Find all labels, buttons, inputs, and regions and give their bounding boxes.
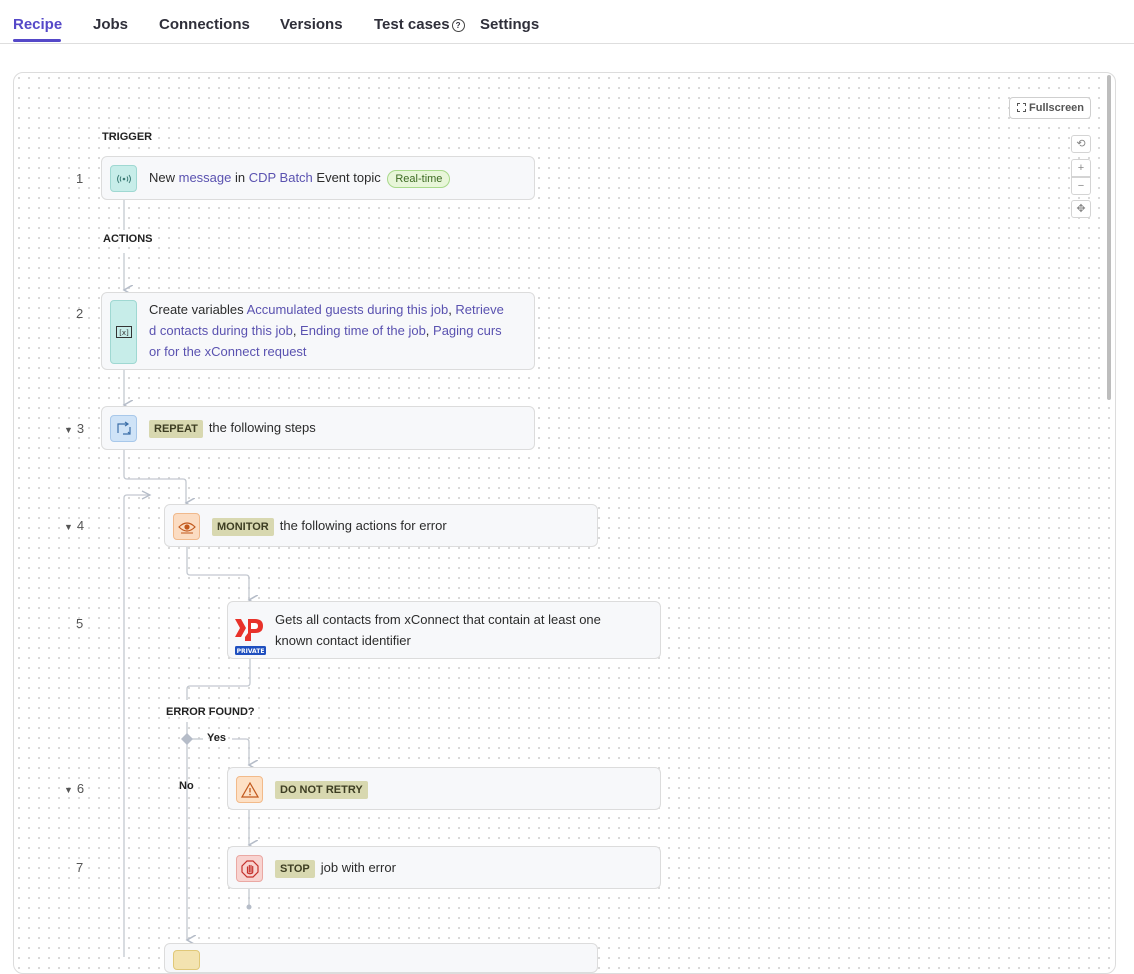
step-1-text: New message in CDP Batch Event topic Rea…	[149, 167, 451, 188]
step-6-do-not-retry-card[interactable]: DO NOT RETRY	[227, 767, 661, 810]
variable-paging-cursor-part2[interactable]: or for the xConnect request	[149, 344, 307, 359]
trigger-section-label: TRIGGER	[102, 131, 153, 143]
partial-step-icon	[173, 950, 200, 970]
recipe-tabs: Recipe Jobs Connections Versions Test ca…	[0, 0, 1134, 44]
step-3-text: REPEAT the following steps	[149, 417, 316, 438]
step-1-trigger-card[interactable]: New message in CDP Batch Event topic Rea…	[101, 156, 535, 200]
step-3-description: the following steps	[208, 420, 316, 435]
step-5-line1: Gets all contacts from xConnect that con…	[275, 612, 601, 627]
fullscreen-label: Fullscreen	[1029, 102, 1085, 114]
message-datapill[interactable]: message	[179, 170, 232, 185]
monitor-keyword: MONITOR	[212, 518, 274, 536]
fullscreen-icon	[1017, 103, 1026, 112]
zoom-out-icon[interactable]: −	[1071, 177, 1091, 195]
broadcast-icon	[110, 165, 137, 192]
create-variables-prefix: Create variables	[149, 302, 247, 317]
actions-section-label: ACTIONS	[103, 233, 153, 245]
step-number-value: 4	[76, 518, 85, 533]
tab-test-cases-label: Test cases	[374, 16, 450, 33]
step-1-text-after: Event topic	[312, 170, 381, 185]
step-number: 2	[76, 306, 84, 321]
step-2-create-variables-card[interactable]: [x] Create variables Accumulated guests …	[101, 292, 535, 370]
realtime-badge: Real-time	[387, 170, 451, 188]
variables-icon: [x]	[110, 300, 137, 364]
step-7-text: STOP job with error	[275, 857, 396, 878]
repeat-keyword: REPEAT	[149, 420, 203, 438]
step-5-line2: known contact identifier	[275, 633, 411, 648]
step-number-collapsible[interactable]: ▼ 4	[64, 518, 84, 533]
step-4-description: the following actions for error	[279, 518, 447, 533]
fullscreen-button[interactable]: Fullscreen	[1009, 97, 1091, 119]
step-1-text-mid: in	[231, 170, 249, 185]
repeat-icon	[110, 415, 137, 442]
variable-ending-time[interactable]: Ending time of the job	[300, 323, 426, 338]
variable-retrieved-contacts-part1[interactable]: Retrieve	[455, 302, 503, 317]
step-number: 7	[76, 860, 84, 875]
variable-accumulated-guests[interactable]: Accumulated guests during this job	[247, 302, 449, 317]
cdp-batch-link[interactable]: CDP Batch	[249, 170, 313, 185]
tab-jobs[interactable]: Jobs	[93, 16, 128, 33]
tab-test-cases[interactable]: Test cases?	[374, 16, 465, 33]
zoom-in-icon[interactable]: +	[1071, 159, 1091, 177]
xp-logo-icon: PRIVATE	[233, 617, 267, 657]
collapse-caret-icon[interactable]: ▼	[64, 425, 73, 435]
step-5-xconnect-card[interactable]: Gets all contacts from xConnect that con…	[227, 601, 661, 659]
step-8-partial-card[interactable]	[164, 943, 598, 973]
reset-view-icon[interactable]: ⟲	[1071, 135, 1091, 153]
step-5-text: Gets all contacts from xConnect that con…	[275, 609, 601, 651]
step-4-text: MONITOR the following actions for error	[212, 515, 447, 536]
svg-text:[x]: [x]	[119, 329, 129, 337]
tab-versions[interactable]: Versions	[280, 16, 343, 33]
error-found-label: ERROR FOUND?	[166, 706, 255, 718]
step-number-value: 6	[76, 781, 85, 796]
tab-connections[interactable]: Connections	[159, 16, 250, 33]
collapse-caret-icon[interactable]: ▼	[64, 522, 73, 532]
step-number: 1	[76, 171, 84, 186]
step-number: 5	[76, 616, 84, 631]
variable-paging-cursor-part1[interactable]: Paging curs	[433, 323, 502, 338]
eye-icon	[173, 513, 200, 540]
tab-settings[interactable]: Settings	[480, 16, 539, 33]
do-not-retry-keyword: DO NOT RETRY	[275, 781, 368, 799]
variable-retrieved-contacts-part2[interactable]: d contacts during this job	[149, 323, 293, 338]
step-2-text: Create variables Accumulated guests duri…	[149, 302, 504, 359]
no-branch-label: No	[179, 780, 194, 792]
tab-recipe[interactable]: Recipe	[13, 16, 62, 33]
step-7-stop-card[interactable]: STOP job with error	[227, 846, 661, 889]
stop-keyword: STOP	[275, 860, 315, 878]
warning-icon	[236, 776, 263, 803]
collapse-caret-icon[interactable]: ▼	[64, 785, 73, 795]
step-number-collapsible[interactable]: ▼ 6	[64, 781, 84, 796]
step-1-text-before: New	[149, 170, 179, 185]
private-badge: PRIVATE	[237, 648, 265, 655]
yes-branch-label: Yes	[207, 732, 226, 744]
step-4-monitor-card[interactable]: MONITOR the following actions for error	[164, 504, 598, 547]
step-6-text: DO NOT RETRY	[275, 778, 374, 799]
step-number-collapsible[interactable]: ▼ 3	[64, 421, 84, 436]
active-tab-indicator	[13, 39, 61, 42]
step-7-description: job with error	[320, 860, 396, 875]
step-3-repeat-card[interactable]: REPEAT the following steps	[101, 406, 535, 450]
step-number-value: 3	[76, 421, 85, 436]
stop-hand-icon	[236, 855, 263, 882]
help-icon[interactable]: ?	[451, 19, 465, 32]
canvas-scrollbar[interactable]	[1107, 75, 1111, 400]
fit-view-icon[interactable]: ✥	[1071, 200, 1091, 218]
